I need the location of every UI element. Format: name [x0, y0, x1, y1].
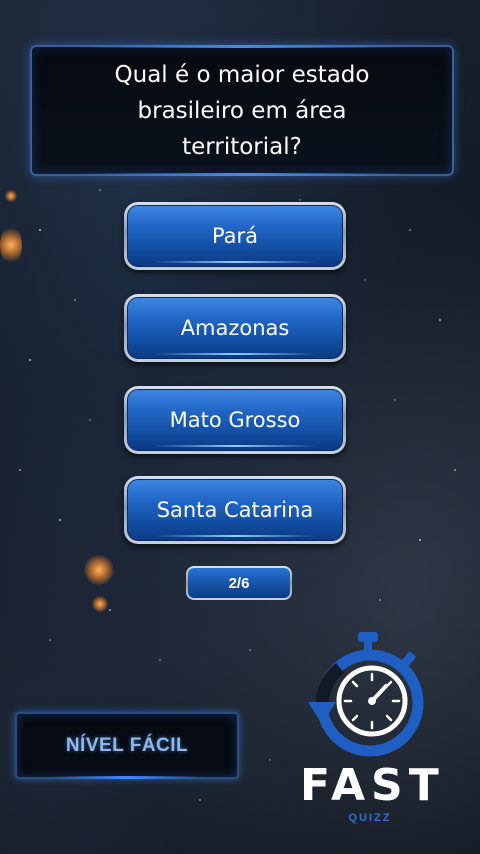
level-label: NÍVEL FÁCIL — [65, 734, 189, 756]
answer-label: Santa Catarina — [156, 498, 314, 522]
answer-button-1[interactable]: Pará — [124, 202, 346, 270]
stopwatch-icon — [308, 632, 424, 757]
question-panel: Qual é o maior estado brasileiro em área… — [30, 45, 454, 176]
level-badge: NÍVEL FÁCIL — [15, 712, 239, 779]
answer-label: Amazonas — [180, 316, 290, 340]
question-line: territorial? — [182, 133, 302, 160]
answer-button-face: Mato Grosso — [127, 389, 343, 451]
answer-button-2[interactable]: Amazonas — [124, 294, 346, 362]
answer-button-face: Amazonas — [127, 297, 343, 359]
ember-decoration — [84, 555, 114, 585]
answer-label: Pará — [211, 224, 259, 248]
question-line: brasileiro em área — [137, 97, 347, 124]
question-counter-face: 2/6 — [188, 568, 290, 598]
question-counter: 2/6 — [186, 566, 292, 600]
answer-button-face: Pará — [127, 205, 343, 267]
answer-button-3[interactable]: Mato Grosso — [124, 386, 346, 454]
fast-quizz-logo: FAST QUIZZ — [300, 628, 440, 838]
ember-decoration — [0, 225, 22, 265]
answer-label: Mato Grosso — [169, 408, 301, 432]
ember-decoration — [92, 596, 108, 612]
logo-wordmark: FAST — [300, 760, 445, 811]
answer-button-face: Santa Catarina — [127, 479, 343, 541]
question-text: Qual é o maior estado brasileiro em área… — [87, 57, 397, 165]
answer-button-4[interactable]: Santa Catarina — [124, 476, 346, 544]
logo-subtitle: QUIZZ — [348, 812, 392, 824]
ember-decoration — [5, 190, 17, 202]
question-line: Qual é o maior estado — [114, 61, 370, 88]
question-counter-text: 2/6 — [228, 574, 250, 592]
